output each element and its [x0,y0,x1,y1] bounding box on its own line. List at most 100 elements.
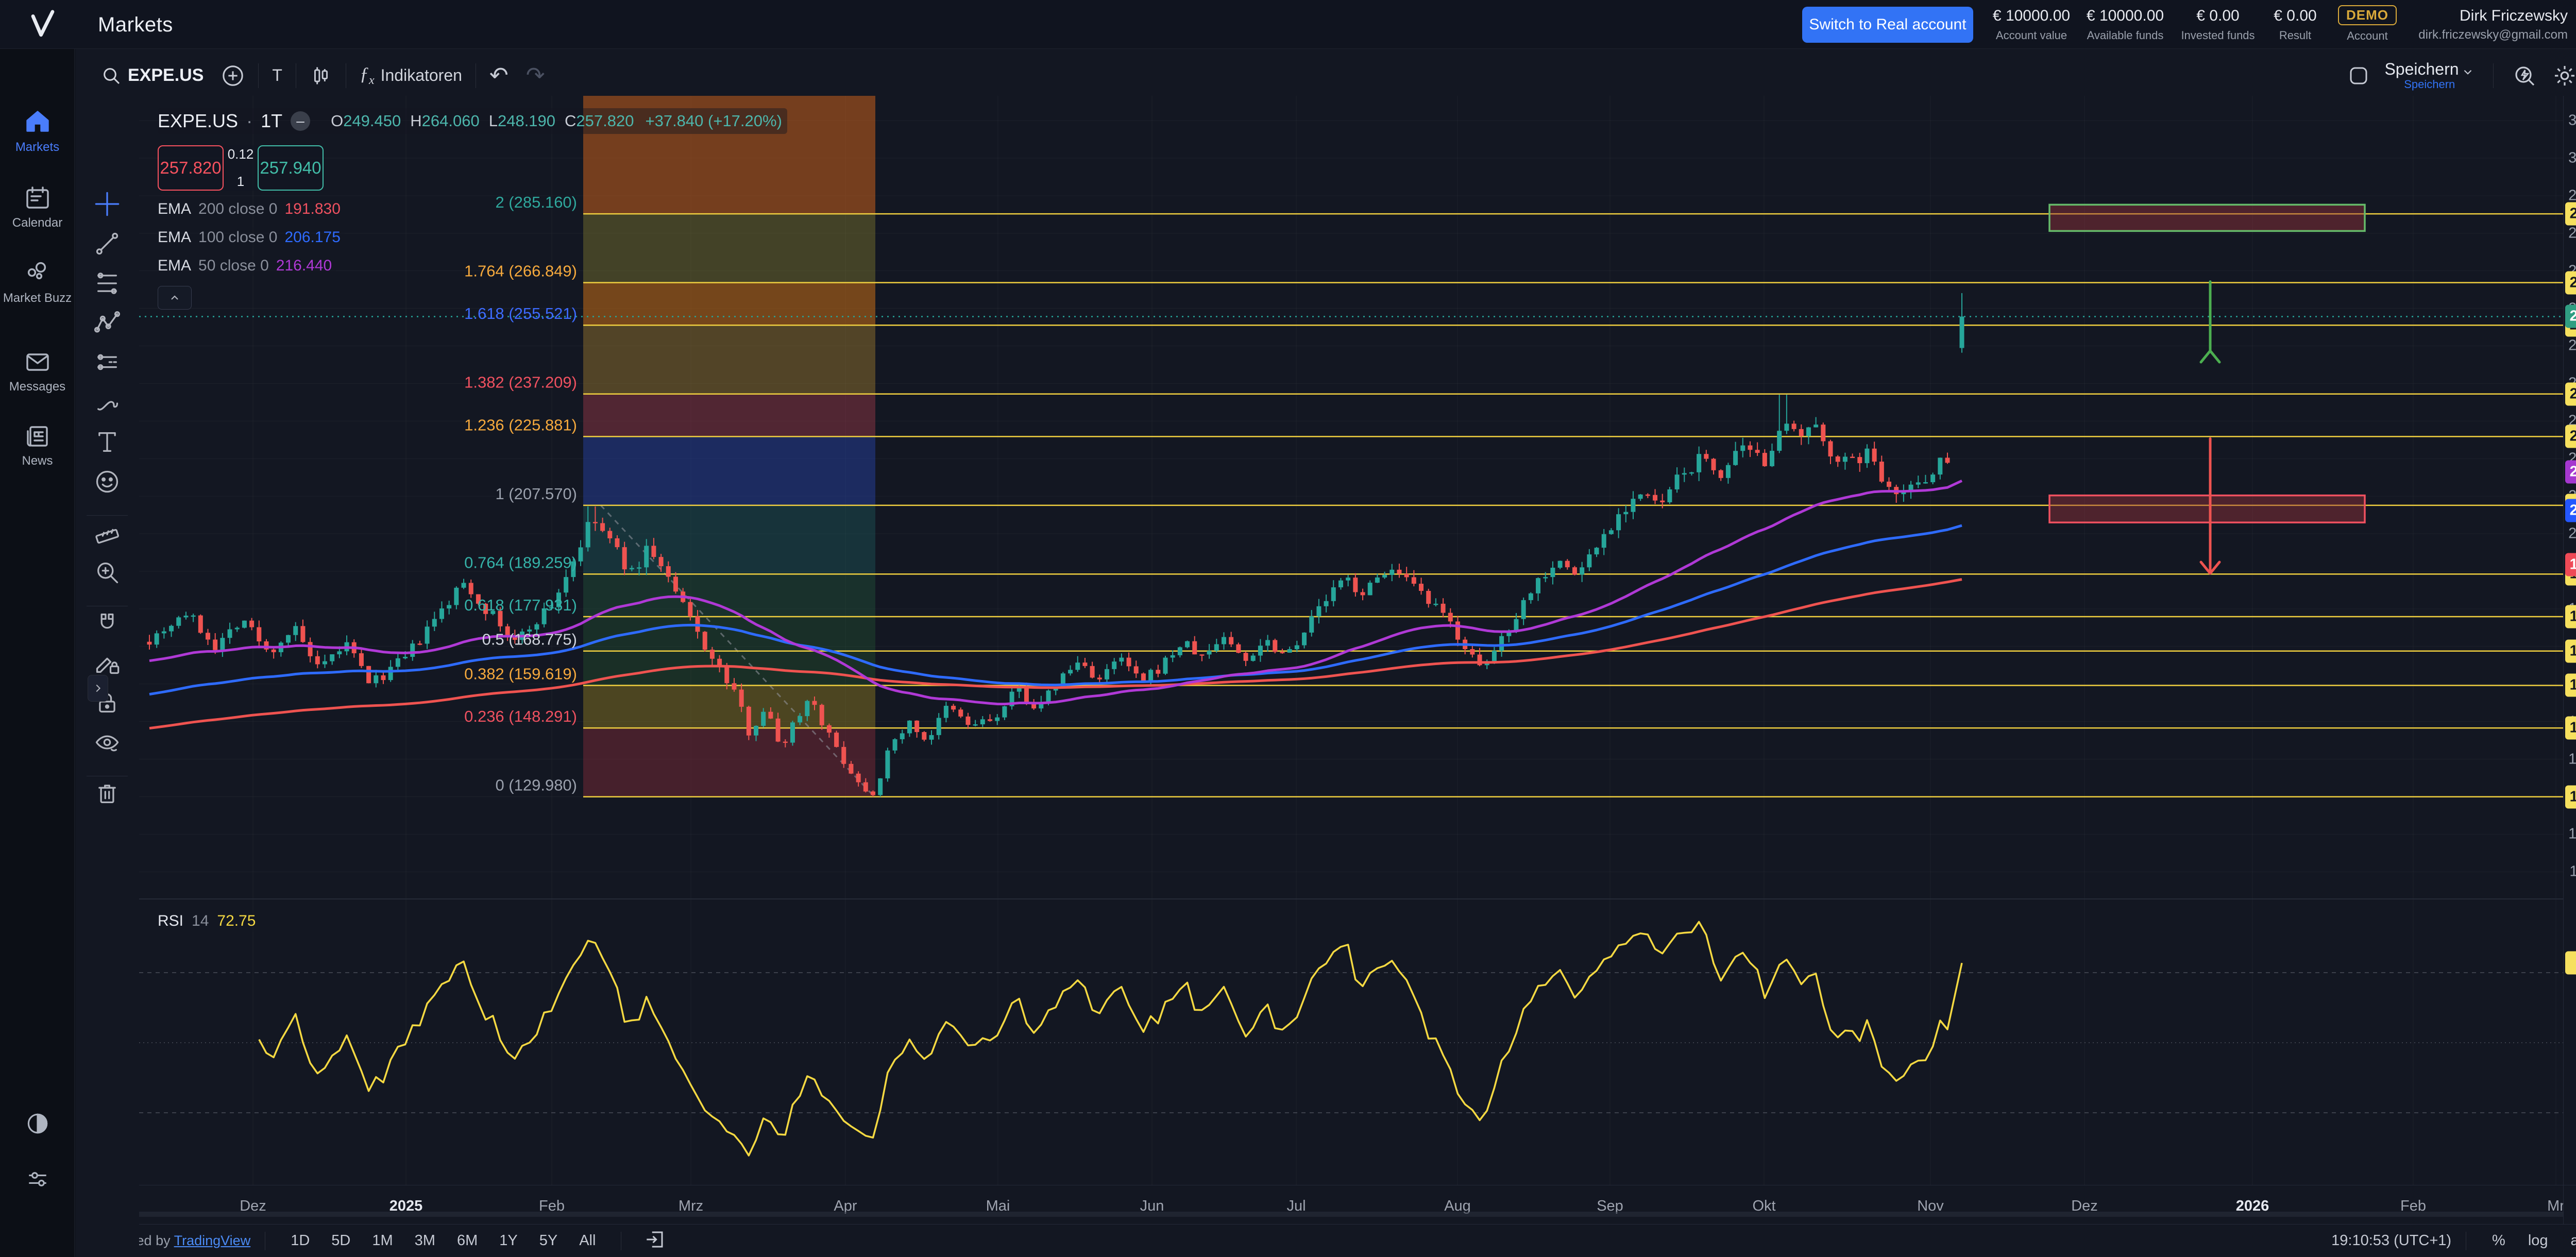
time-axis[interactable]: Dez2025FebMrzAprMaiJunJulAugSepOktNovDez… [139,1185,2563,1224]
pane-separator[interactable] [139,898,2563,899]
crosshair-tool-icon [94,191,121,217]
trendline-tool[interactable] [94,230,121,260]
account-type-label: Account [2329,29,2406,43]
price-tick-label: 120.000 [2568,826,2576,843]
log-scale-toggle[interactable]: log [2517,1232,2560,1249]
sidebar-item-markets[interactable]: Markets [0,108,75,155]
broker-logo-icon[interactable] [27,8,59,40]
legend-visibility-icon[interactable]: – [291,111,310,131]
ema-legend-row[interactable]: EMA50 close 0216.440 [158,256,336,276]
save-cloud-link[interactable]: Speichern [2384,78,2475,91]
zoom-in-tool[interactable] [94,559,121,588]
drawing-lock-tool-icon [94,650,121,676]
range-button-5d[interactable]: 5D [320,1232,361,1249]
text-tool[interactable] [94,429,121,458]
save-button[interactable]: Speichern Speichern [2384,60,2475,92]
fib-level-label: 0.618 (177.931) [464,596,577,614]
chevron-up-icon [168,292,181,304]
goto-date-icon[interactable] [644,1229,666,1253]
trading-app: Markets Switch to Real account € 10000.0… [0,0,2576,1257]
user-email: dirk.friczewsky@gmail.com [2418,28,2568,42]
percent-scale-toggle[interactable]: % [2481,1232,2517,1249]
save-label: Speichern [2384,60,2459,78]
spread-value: 0.12 [228,146,254,162]
rsi-legend[interactable]: RSI 14 72.75 [158,910,262,932]
position-tool[interactable] [94,349,121,379]
price-tick-label: 200.000 [2568,525,2576,542]
ohlc-item: C257.820 [565,112,634,130]
stat-label: Invested funds [2177,29,2259,42]
price-label-chip: 129.980 [2565,785,2576,808]
symbol-name: EXPE.US [128,65,204,86]
price-axis[interactable]: 310.000300.000290.000280.000270.000260.0… [2563,96,2576,1185]
clock[interactable]: 19:10:53 (UTC+1) [2331,1232,2451,1249]
quick-search-icon[interactable] [2512,63,2537,88]
watchlist-expander-button[interactable] [88,675,108,702]
fib-retracement-tool-icon [94,270,121,297]
range-button-3m[interactable]: 3M [404,1232,446,1249]
chart-toolbar: EXPE.US T [75,55,2576,96]
ruler-tool[interactable] [94,519,121,549]
lot-value: 1 [237,174,244,190]
auto-scale-toggle[interactable]: auto [2560,1232,2576,1249]
settings-sliders-icon [24,1166,51,1193]
range-button-all[interactable]: All [568,1232,606,1249]
sidebar-item-label: Messages [0,380,75,394]
fib-retracement-tool[interactable] [94,270,121,299]
remove-drawings-tool[interactable] [94,780,121,809]
chart-style-button[interactable] [310,64,332,87]
legend-interval: 1T [261,110,282,132]
ohlc-item: O249.450 [331,112,401,130]
undo-icon[interactable]: ↶ [489,62,509,89]
price-tick-label: 300.000 [2568,149,2576,166]
range-button-6m[interactable]: 6M [446,1232,488,1249]
brush-tool-icon [94,389,121,416]
hide-drawings-tool[interactable] [94,729,121,758]
plus-circle-icon [221,64,245,88]
ema-legend-row[interactable]: EMA200 close 0191.830 [158,199,345,219]
fib-level-label: 1.382 (237.209) [464,373,577,392]
buy-button[interactable]: 257.940 [258,145,324,191]
range-button-1y[interactable]: 1Y [488,1232,528,1249]
price-tick-label: 310.000 [2568,112,2576,129]
layout-checkbox-icon[interactable] [2348,65,2369,86]
magnet-tool[interactable] [94,610,121,639]
legend-collapse-button[interactable] [158,286,192,310]
axis-settings-corner[interactable] [2563,1185,2576,1224]
settings-sliders-button[interactable] [0,1166,75,1195]
legend-symbol[interactable]: EXPE.US [158,110,238,132]
indicators-button[interactable]: ƒx Indikatoren [360,63,462,88]
calendar-icon [23,184,52,213]
pattern-tool[interactable] [94,310,121,339]
range-button-1d[interactable]: 1D [280,1232,320,1249]
sidebar-item-calendar[interactable]: Calendar [0,184,75,230]
time-scrollbar[interactable] [139,1212,2563,1217]
range-button-5y[interactable]: 5Y [529,1232,568,1249]
ema-legend-row[interactable]: EMA100 close 0206.175 [158,228,345,247]
change-value: +37.840 (+17.20%) [645,112,782,130]
emoji-tool[interactable] [94,468,121,498]
switch-to-real-account-button[interactable]: Switch to Real account [1802,7,1973,43]
ema-value: 206.175 [284,229,340,246]
sidebar-item-market-buzz[interactable]: Market Buzz [0,259,75,305]
crosshair-tool[interactable] [94,191,121,220]
redo-icon[interactable]: ↷ [526,62,545,89]
range-button-1m[interactable]: 1M [361,1232,403,1249]
compare-add-button[interactable] [221,64,245,88]
magnet-tool-icon [94,610,121,637]
price-label-chip: 191.830 [2565,553,2576,576]
sell-button[interactable]: 257.820 [158,145,224,191]
sidebar-item-messages[interactable]: Messages [0,348,75,394]
price-label-chip: 225.881 [2565,425,2576,448]
rsi-pane[interactable] [139,899,2563,1185]
user-block[interactable]: Dirk Friczewsky dirk.friczewsky@gmail.co… [2418,0,2568,49]
interval-button[interactable]: T [272,66,282,85]
symbol-search-button[interactable]: EXPE.US [101,65,204,86]
ohlc-item: L248.190 [489,112,555,130]
brush-tool[interactable] [94,389,121,418]
tradingview-link[interactable]: TradingView [174,1233,251,1248]
fib-level-label: 0.382 (159.619) [464,665,577,683]
sidebar-item-news[interactable]: News [0,422,75,468]
theme-toggle-button[interactable] [0,1110,75,1140]
gear-icon[interactable] [2552,63,2576,88]
